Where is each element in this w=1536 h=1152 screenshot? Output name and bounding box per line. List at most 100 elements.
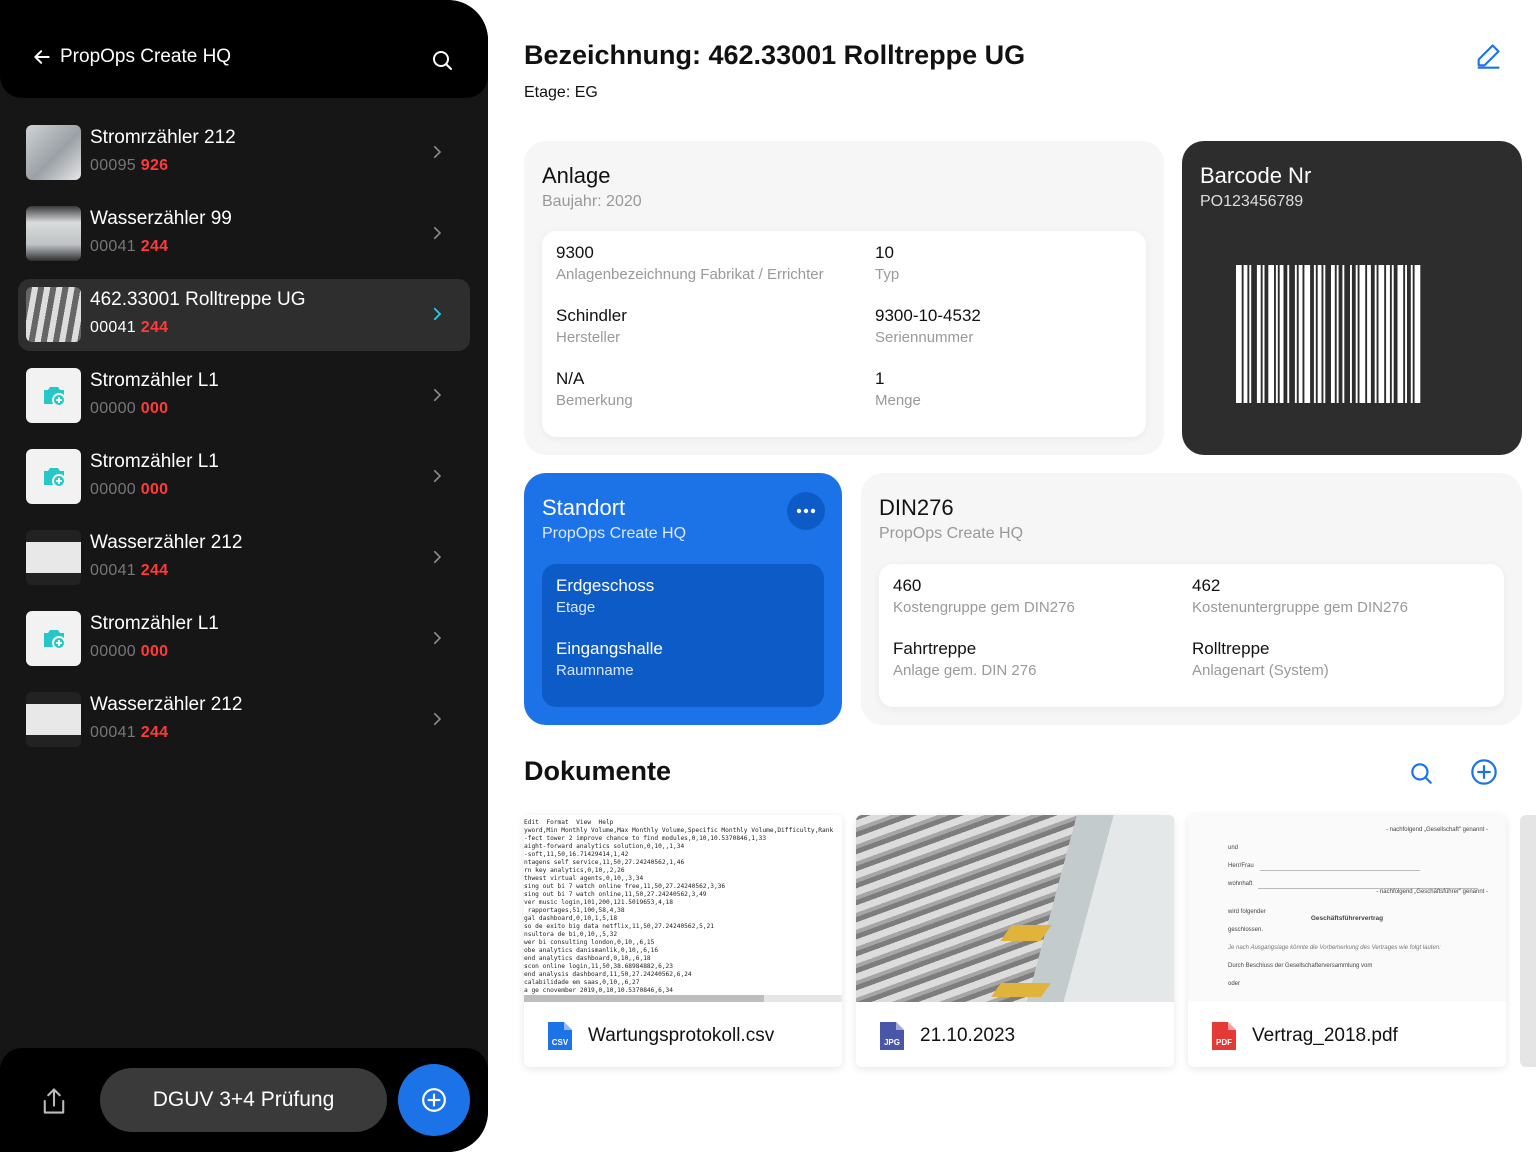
- chevron-right-icon: [433, 388, 442, 402]
- item-code: 00041: [90, 724, 136, 741]
- item-title: Stromzähler L1: [90, 370, 219, 391]
- barcode-bar: [1386, 265, 1390, 403]
- item-reading: 00000 000: [90, 481, 168, 499]
- list-item[interactable]: Wasserzähler 99 00041 244: [18, 198, 470, 270]
- plus-circle-icon: [422, 1088, 446, 1112]
- field-value: Eingangshalle: [556, 639, 663, 658]
- barcode-bar: [1391, 265, 1394, 403]
- chevron-right-icon: [433, 307, 442, 321]
- field-menge: 1 Menge: [875, 369, 921, 409]
- list-item[interactable]: Wasserzähler 212 00041 244: [18, 684, 470, 756]
- barcode-bar: [1313, 265, 1316, 403]
- barcode-bar: [1287, 265, 1290, 403]
- item-title: Stromrzähler 212: [90, 127, 236, 148]
- card-title: DIN276: [879, 495, 954, 520]
- list-item[interactable]: Stromzähler L1 00000 000: [18, 441, 470, 513]
- field-bemerkung: N/A Bemerkung: [556, 369, 633, 409]
- list-item[interactable]: Wasserzähler 212 00041 244: [18, 522, 470, 594]
- item-thumbnail: [26, 692, 81, 747]
- item-value: 000: [140, 400, 169, 417]
- field-value: 9300-10-4532: [875, 306, 981, 325]
- field-value: 10: [875, 243, 894, 262]
- item-value: 244: [140, 562, 169, 579]
- field-value: 460: [893, 576, 922, 595]
- barcode-bar: [1268, 265, 1274, 403]
- field-typ: 10 Typ: [875, 243, 899, 283]
- next-document-peek[interactable]: [1520, 815, 1536, 1067]
- arrow-left-icon: [34, 50, 50, 64]
- item-title: Stromzähler L1: [90, 613, 219, 634]
- dguv-inspection-button[interactable]: DGUV 3+4 Prüfung: [100, 1068, 387, 1132]
- edit-icon[interactable]: [1474, 42, 1502, 70]
- item-reading: 00095 926: [90, 157, 168, 175]
- item-title: Wasserzähler 212: [90, 532, 243, 553]
- field-label: Menge: [875, 392, 921, 409]
- search-icon[interactable]: [430, 48, 454, 72]
- item-code: 00000: [90, 643, 136, 660]
- pdf-file-icon: PDF: [1212, 1022, 1236, 1050]
- barcode-bar: [1317, 265, 1322, 403]
- share-icon[interactable]: [40, 1086, 68, 1116]
- list-item[interactable]: Stromzähler L1 00000 000: [18, 603, 470, 675]
- field-kostenuntergruppe: 462 Kostenuntergruppe gem DIN276: [1192, 576, 1408, 616]
- back-button[interactable]: PropOps Create HQ: [32, 46, 231, 68]
- document-name: 21.10.2023: [920, 1025, 1016, 1046]
- pdf-text: wohnhaft: [1228, 881, 1253, 887]
- documents-title: Dokumente: [524, 756, 672, 786]
- item-value: 000: [140, 481, 169, 498]
- list-item[interactable]: Stromzähler L1 00000 000: [18, 360, 470, 432]
- pdf-text: Herr/Frau: [1228, 863, 1254, 869]
- more-options-button[interactable]: [787, 492, 825, 530]
- item-code: 00095: [90, 157, 136, 174]
- item-reading: 00041 244: [90, 319, 168, 337]
- field-etage: Erdgeschoss Etage: [556, 576, 654, 616]
- field-label: Typ: [875, 266, 900, 283]
- device-list: Stromrzähler 212 00095 926 Wasserzähler …: [18, 117, 470, 765]
- document-card-jpg[interactable]: JPG 21.10.2023: [856, 815, 1174, 1067]
- barcode-bar: [1336, 265, 1339, 403]
- field-value: Schindler: [556, 306, 627, 325]
- sidebar: PropOps Create HQ Stromrzähler 212 00095…: [0, 0, 488, 1152]
- field-value: Rolltreppe: [1192, 639, 1270, 658]
- list-item-selected[interactable]: 462.33001 Rolltreppe UG 00041 244: [18, 279, 470, 351]
- barcode-bar: [1405, 265, 1407, 403]
- barcode-bar: [1410, 265, 1413, 403]
- add-button[interactable]: [398, 1064, 470, 1136]
- field-label: Seriennummer: [875, 329, 974, 346]
- din276-card: DIN276 PropOps Create HQ 460 Kostengrupp…: [861, 473, 1522, 725]
- item-code: 00000: [90, 481, 136, 498]
- svg-text:JPG: JPG: [884, 1038, 900, 1047]
- item-value: 926: [140, 157, 169, 174]
- standort-card: Standort PropOps Create HQ Erdgeschoss E…: [524, 473, 842, 725]
- item-value: 244: [140, 238, 169, 255]
- field-label: Etage: [556, 599, 596, 616]
- barcode-bar: [1359, 265, 1366, 403]
- chevron-right-icon: [433, 469, 442, 483]
- barcode-bar: [1397, 265, 1404, 403]
- barcode-bar: [1298, 265, 1303, 403]
- item-title: Wasserzähler 212: [90, 694, 243, 715]
- csv-preview-text: Edit Format View Help yword,Min Monthly …: [524, 819, 834, 994]
- document-name: Vertrag_2018.pdf: [1252, 1025, 1398, 1046]
- barcode-bar: [1275, 265, 1278, 403]
- field-kostengruppe: 460 Kostengruppe gem DIN276: [893, 576, 1075, 616]
- document-card-pdf[interactable]: - nachfolgend „Gesellschaft“ genannt - u…: [1188, 815, 1506, 1067]
- pdf-text: und: [1228, 845, 1239, 851]
- chevron-right-icon: [433, 631, 442, 645]
- list-item[interactable]: Stromrzähler 212 00095 926: [18, 117, 470, 189]
- barcode-card[interactable]: Barcode Nr PO123456789: [1182, 141, 1522, 455]
- document-name: Wartungsprotokoll.csv: [588, 1025, 775, 1046]
- document-card-csv[interactable]: Edit Format View Help yword,Min Monthly …: [524, 815, 842, 1067]
- item-reading: 00041 244: [90, 562, 168, 580]
- barcode-bar: [1294, 265, 1297, 403]
- anlage-card: Anlage Baujahr: 2020 9300 Anlagenbezeich…: [524, 141, 1164, 455]
- field-label: Anlage gem. DIN 276: [893, 662, 1037, 679]
- sidebar-header: PropOps Create HQ: [0, 0, 488, 98]
- search-icon[interactable]: [1408, 760, 1434, 786]
- item-title: Wasserzähler 99: [90, 208, 232, 229]
- more-horizontal-icon: [796, 508, 816, 514]
- field-value: Erdgeschoss: [556, 576, 655, 595]
- document-preview: - nachfolgend „Gesellschaft“ genannt - u…: [1188, 815, 1506, 1002]
- chevron-right-icon: [433, 550, 442, 564]
- add-document-icon[interactable]: [1470, 758, 1498, 786]
